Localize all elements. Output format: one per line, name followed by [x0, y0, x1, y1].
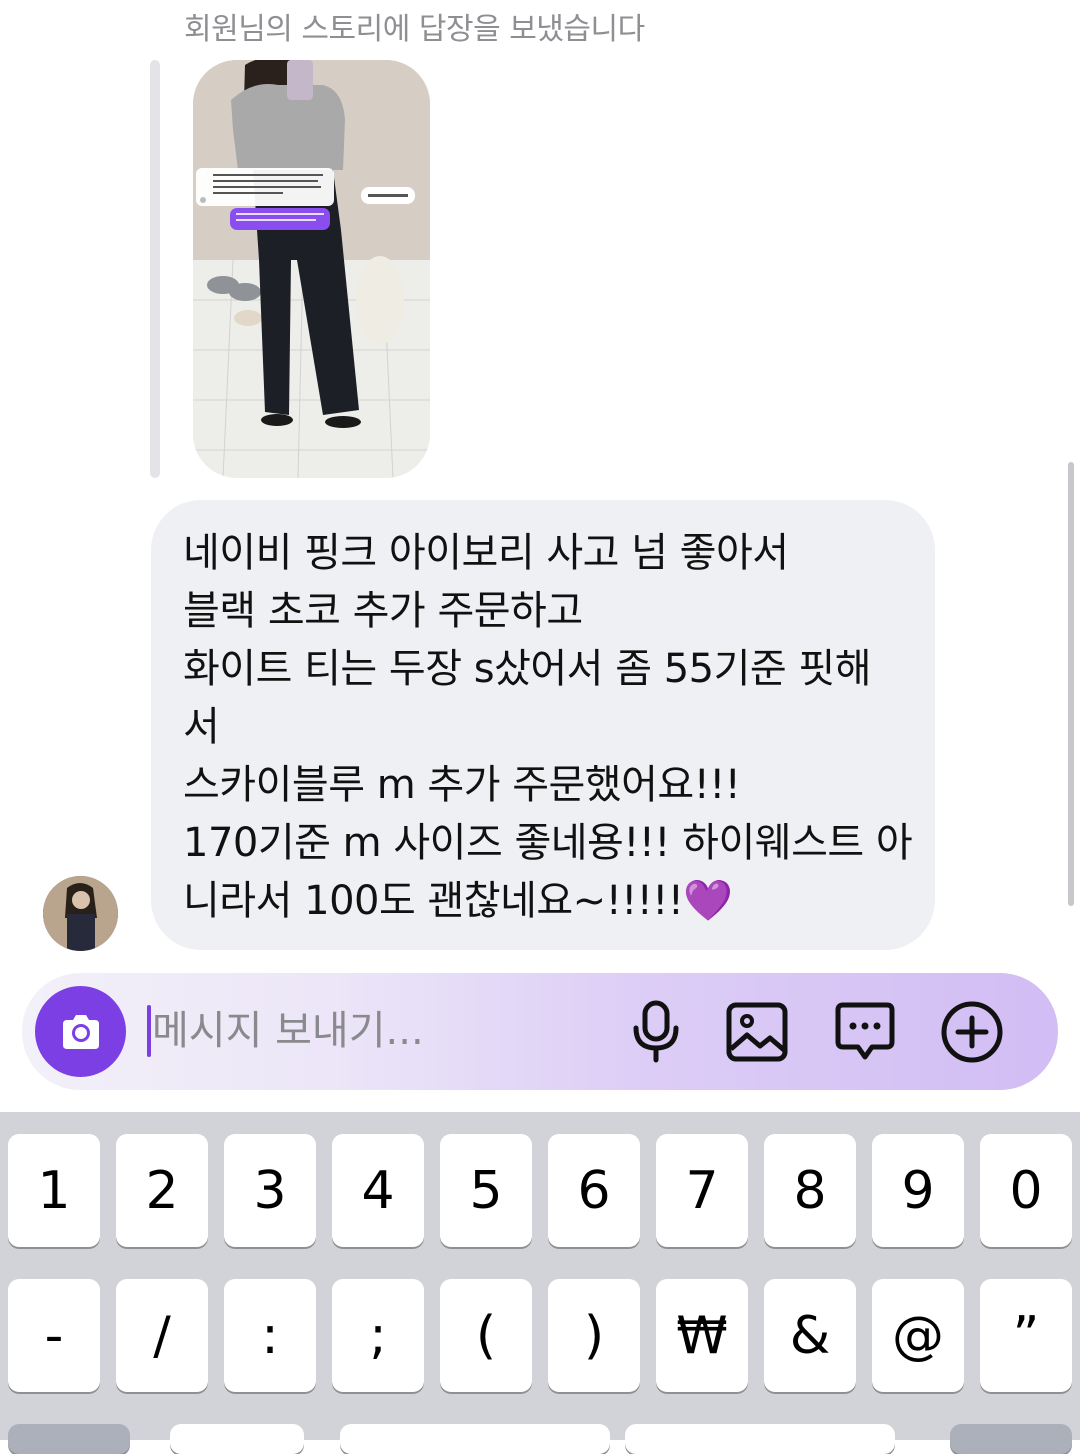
key-7[interactable]: 7 [656, 1134, 748, 1247]
key-hyphen[interactable]: - [8, 1279, 100, 1392]
key-backspace[interactable] [950, 1424, 1072, 1454]
camera-button[interactable] [35, 986, 126, 1077]
gallery-button[interactable] [725, 1000, 789, 1064]
key-5[interactable]: 5 [440, 1134, 532, 1247]
plus-icon [941, 1001, 1003, 1063]
sticker-chat-button[interactable] [833, 1000, 897, 1064]
text-caret [147, 1005, 151, 1057]
key-at[interactable]: @ [872, 1279, 964, 1392]
key-comma[interactable] [340, 1424, 610, 1454]
key-2[interactable]: 2 [116, 1134, 208, 1247]
key-6[interactable]: 6 [548, 1134, 640, 1247]
key-period[interactable] [170, 1424, 304, 1454]
key-semicolon[interactable]: ; [332, 1279, 424, 1392]
message-line: 서 [183, 704, 220, 750]
sticker-chat-icon [835, 1002, 895, 1060]
plus-button[interactable] [940, 1000, 1004, 1064]
key-symbols-toggle[interactable] [8, 1424, 130, 1454]
message-input[interactable] [152, 1000, 612, 1062]
message-line: 화이트 티는 두장 s샀어서 좀 55기준 핏해 [183, 646, 872, 692]
avatar[interactable] [43, 876, 118, 951]
message-line: 블랙 초코 추가 주문하고 [183, 588, 583, 634]
reply-indicator-bar [150, 60, 160, 478]
key-4[interactable]: 4 [332, 1134, 424, 1247]
message-line: 170기준 m 사이즈 좋네용!!! 하이웨스트 아 [183, 820, 913, 866]
key-slash[interactable]: / [116, 1279, 208, 1392]
message-bubble[interactable]: 네이비 핑크 아이보리 사고 넘 좋아서 블랙 초코 추가 주문하고 화이트 티… [151, 500, 935, 950]
microphone-icon [633, 1000, 679, 1063]
key-open-paren[interactable]: ( [440, 1279, 532, 1392]
gallery-icon [726, 1002, 788, 1062]
story-thumbnail[interactable] [193, 60, 430, 478]
message-line: 니라서 100도 괜찮네요~!!!!!💜 [183, 878, 733, 924]
key-question[interactable] [625, 1424, 895, 1454]
key-0[interactable]: 0 [980, 1134, 1072, 1247]
key-quote[interactable]: ” [980, 1279, 1072, 1392]
key-colon[interactable]: : [224, 1279, 316, 1392]
key-close-paren[interactable]: ) [548, 1279, 640, 1392]
key-ampersand[interactable]: & [764, 1279, 856, 1392]
microphone-button[interactable] [624, 1000, 688, 1064]
message-line: 네이비 핑크 아이보리 사고 넘 좋아서 [183, 530, 789, 576]
camera-icon [62, 1014, 99, 1049]
key-8[interactable]: 8 [764, 1134, 856, 1247]
key-9[interactable]: 9 [872, 1134, 964, 1247]
key-won[interactable]: ₩ [656, 1279, 748, 1392]
key-1[interactable]: 1 [8, 1134, 100, 1247]
avatar-photo [43, 876, 118, 951]
scrollbar[interactable] [1068, 462, 1074, 906]
story-reply-caption: 회원님의 스토리에 답장을 보냈습니다 [184, 12, 645, 47]
story-photo [193, 60, 430, 478]
message-line: 스카이블루 m 추가 주문했어요!!! [183, 762, 741, 808]
key-3[interactable]: 3 [224, 1134, 316, 1247]
